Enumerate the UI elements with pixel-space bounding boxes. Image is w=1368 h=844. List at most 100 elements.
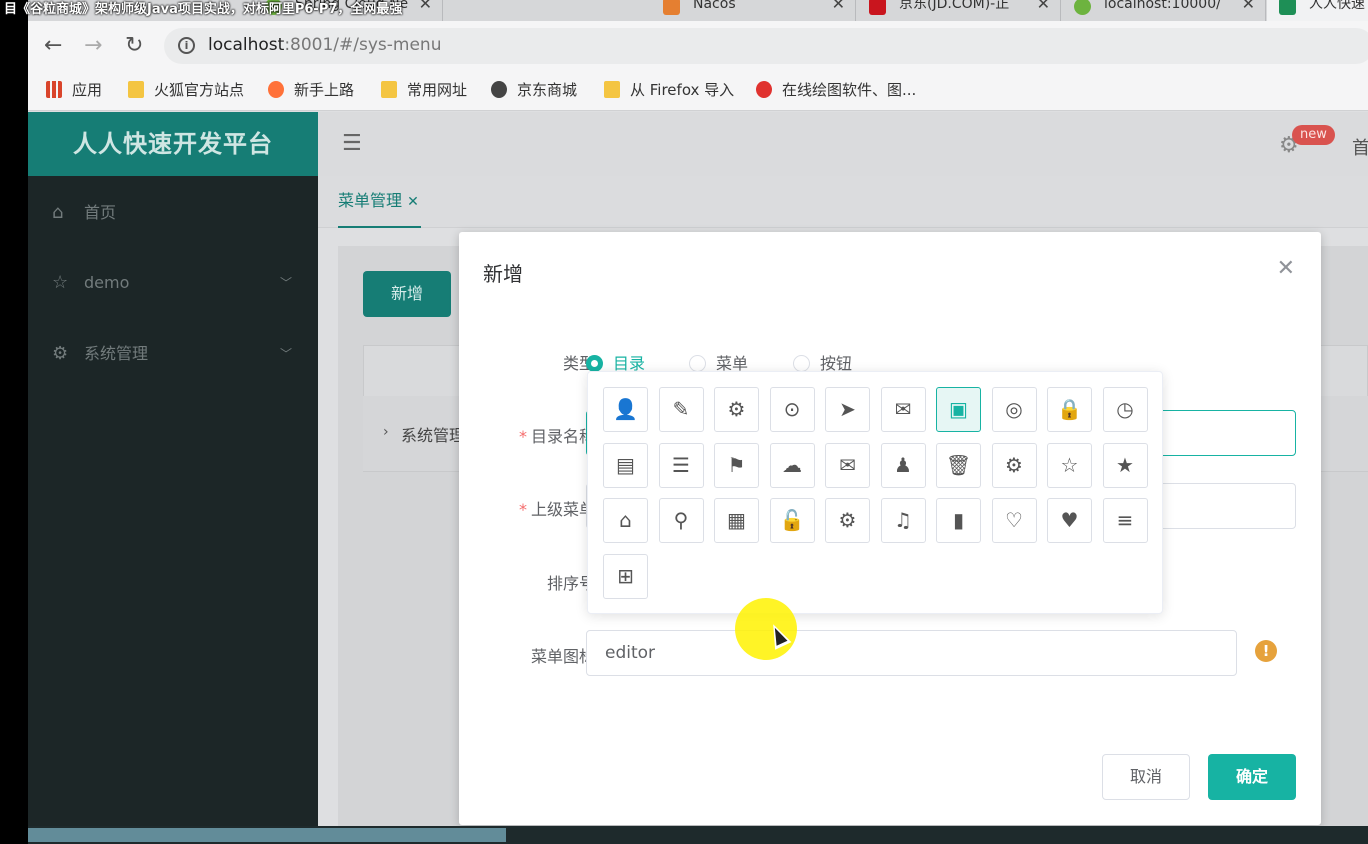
admin-icon[interactable]: ◎	[991, 387, 1037, 432]
jd-icon	[869, 0, 886, 15]
menu-toggle-icon[interactable]: ☰	[342, 132, 362, 156]
bookmark-label: 在线绘图软件、图...	[782, 81, 917, 99]
upload-icon[interactable]: ☁	[769, 442, 815, 488]
url-path: :8001/#/sys-menu	[284, 35, 442, 55]
close-icon[interactable]: ✕	[1277, 256, 1295, 281]
url-text: localhost:8001/#/sys-menu	[208, 35, 441, 55]
edit-icon[interactable]: ✎	[658, 387, 704, 432]
folder-icon	[381, 81, 397, 98]
message-icon[interactable]: ✉	[825, 442, 870, 488]
forward-icon[interactable]: →	[84, 34, 102, 58]
home-icon: ⌂	[52, 202, 64, 223]
log-icon[interactable]: ◷	[1102, 387, 1148, 432]
reload-icon[interactable]: ↻	[125, 34, 143, 58]
grid-icon[interactable]: ⊞	[603, 553, 648, 599]
radio-dot	[689, 355, 706, 372]
address-bar[interactable]: i localhost:8001/#/sys-menu	[164, 28, 1368, 64]
bookmark-getting-started[interactable]: 新手上路	[268, 80, 354, 100]
icon-picker-popover: 👤 ✎ ⚙ ⊙ ➤ ✉ ▣ ◎ 🔒 ◷ ▤ ☰ ⚑ ☁ ✉ ♟ 🗑 ⚙ ☆ ★ ⌂ ⚲ ▦ 🔓 ⚙ ♫ ▮ ♡ ♥ ≡ ⊞	[587, 371, 1163, 614]
bell-icon[interactable]: ♫	[880, 498, 926, 543]
video-progress-bar[interactable]	[28, 826, 1368, 844]
delete-icon[interactable]: 🗑	[936, 442, 981, 488]
close-icon[interactable]: ✕	[1037, 0, 1050, 12]
sidebar-item-label: 首页	[84, 203, 117, 222]
bookmark-drawing-tool[interactable]: 在线绘图软件、图...	[756, 80, 916, 100]
sidebar-item-home[interactable]: ⌂ 首页	[28, 188, 318, 238]
new-badge: new	[1292, 125, 1335, 145]
home-icon[interactable]: ⌂	[603, 498, 648, 543]
lock-icon[interactable]: 🔒	[1047, 387, 1092, 432]
folder-icon	[604, 81, 620, 98]
star-icon: ☆	[52, 272, 69, 293]
video-caption: 目《谷粒商城》架构师级Java项目实战，对标阿里P6-P7，全网最强	[4, 2, 403, 17]
parent-label: * 上级菜单	[518, 500, 595, 519]
app-header: ☰ ⚙ new 首	[318, 112, 1368, 176]
browser-tab-renren[interactable]: 人人快速	[1267, 0, 1368, 21]
location-icon[interactable]: ⊙	[769, 387, 815, 432]
expand-icon[interactable]: ›	[383, 424, 389, 440]
cancel-button[interactable]: 取消	[1102, 754, 1190, 800]
browser-toolbar: ← → ↻ i localhost:8001/#/sys-menu	[28, 21, 1368, 71]
chevron-down-icon: ﹀	[279, 276, 292, 290]
browser-tab-localhost[interactable]: localhost:10000/ ✕	[1062, 0, 1266, 21]
search-icon[interactable]: ⚲	[658, 498, 704, 543]
bookmark-label: 应用	[72, 81, 103, 99]
bookmark-common-sites[interactable]: 常用网址	[381, 80, 467, 100]
bookmark-firefox-site[interactable]: 火狐官方站点	[128, 80, 244, 100]
menu-icon[interactable]: ≡	[1102, 498, 1148, 543]
sql-icon[interactable]: ▦	[714, 498, 759, 543]
back-icon[interactable]: ←	[44, 34, 62, 58]
warning-icon[interactable]: !	[1255, 640, 1277, 662]
page-tabs: 菜单管理 ✕	[318, 176, 1368, 228]
doc-icon[interactable]: ▤	[603, 442, 648, 488]
close-icon[interactable]: ✕	[1242, 0, 1255, 12]
guide-icon[interactable]: ⚑	[714, 442, 759, 488]
browser-tab-label: 京东(JD.COM)-正	[899, 0, 1010, 12]
bookmark-firefox-import[interactable]: 从 Firefox 导入	[604, 80, 734, 100]
screen: Spring Cloud Ne ✕ Nacos ✕ 京东(JD.COM)-正 ✕…	[28, 0, 1368, 844]
info-icon[interactable]: i	[178, 37, 195, 54]
system-icon[interactable]: ⚙	[825, 498, 870, 543]
folder-icon	[128, 81, 144, 98]
table-cell-name: 系统管理	[401, 426, 466, 445]
list-icon[interactable]: ☰	[658, 442, 704, 488]
browser-tab-jd[interactable]: 京东(JD.COM)-正 ✕	[857, 0, 1061, 21]
setting-icon[interactable]: ⚙	[991, 442, 1037, 488]
bookmark-label: 常用网址	[407, 81, 468, 99]
sidebar-item-demo[interactable]: ☆ demo ﹀	[28, 258, 318, 308]
apps-grid-icon	[46, 81, 62, 98]
star-icon[interactable]: ★	[1102, 442, 1148, 488]
heart-icon[interactable]: ♥	[1047, 498, 1092, 543]
bookmark-jd[interactable]: 京东商城	[491, 80, 577, 100]
add-button[interactable]: 新增	[363, 271, 451, 317]
bookmark-apps[interactable]: 应用	[46, 80, 102, 100]
tab-menu-management[interactable]: 菜单管理 ✕	[338, 176, 421, 228]
sidebar: 人人快速开发平台 ⌂ 首页 ☆ demo ﹀ ⚙ 系统管理 ﹀	[28, 112, 318, 844]
editor-icon[interactable]: ▣	[936, 387, 981, 432]
globe-icon	[491, 81, 507, 98]
icon-input[interactable]: editor	[586, 630, 1237, 676]
send-icon[interactable]: ➤	[825, 387, 870, 432]
close-icon[interactable]: ✕	[832, 0, 845, 12]
user-icon[interactable]: 👤	[603, 387, 648, 432]
browser-tab-label: localhost:10000/	[1104, 0, 1221, 12]
dialog-title: 新增	[483, 262, 523, 286]
chart-icon[interactable]: ▮	[936, 498, 981, 543]
config-icon[interactable]: ⚙	[714, 387, 759, 432]
heart-outline-icon[interactable]: ♡	[991, 498, 1037, 543]
bookmark-label: 火狐官方站点	[154, 81, 245, 99]
browser-tab-label: Nacos	[693, 0, 736, 12]
tab-label: 菜单管理	[338, 191, 403, 210]
browser-tab-nacos[interactable]: Nacos ✕	[651, 0, 856, 21]
confirm-button[interactable]: 确定	[1208, 754, 1296, 800]
star-outline-icon[interactable]: ☆	[1047, 442, 1092, 488]
header-home-link[interactable]: 首	[1352, 134, 1368, 160]
close-icon[interactable]: ✕	[419, 0, 432, 12]
browser-tab-label: 人人快速	[1309, 0, 1365, 12]
sidebar-item-system[interactable]: ⚙ 系统管理 ﹀	[28, 329, 318, 379]
close-icon[interactable]: ✕	[407, 194, 419, 210]
unlock-icon[interactable]: 🔓	[769, 498, 815, 543]
role-icon[interactable]: ♟	[880, 442, 926, 488]
sidebar-item-label: 系统管理	[84, 344, 149, 363]
mail-icon[interactable]: ✉	[880, 387, 926, 432]
